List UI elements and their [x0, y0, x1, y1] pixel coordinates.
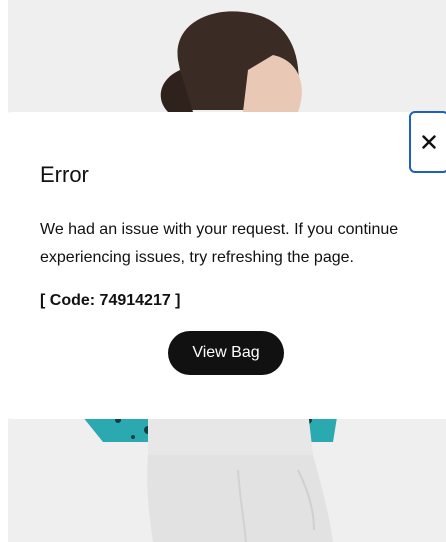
page: Error We had an issue with your request.… [0, 0, 446, 542]
view-bag-button[interactable]: View Bag [168, 331, 284, 375]
error-code: [ Code: 74914217 ] [40, 292, 181, 309]
close-button[interactable] [409, 111, 446, 173]
modal-message: We had an issue with your request. If yo… [40, 221, 399, 266]
close-icon [422, 135, 436, 149]
modal-title: Error [40, 162, 89, 187]
